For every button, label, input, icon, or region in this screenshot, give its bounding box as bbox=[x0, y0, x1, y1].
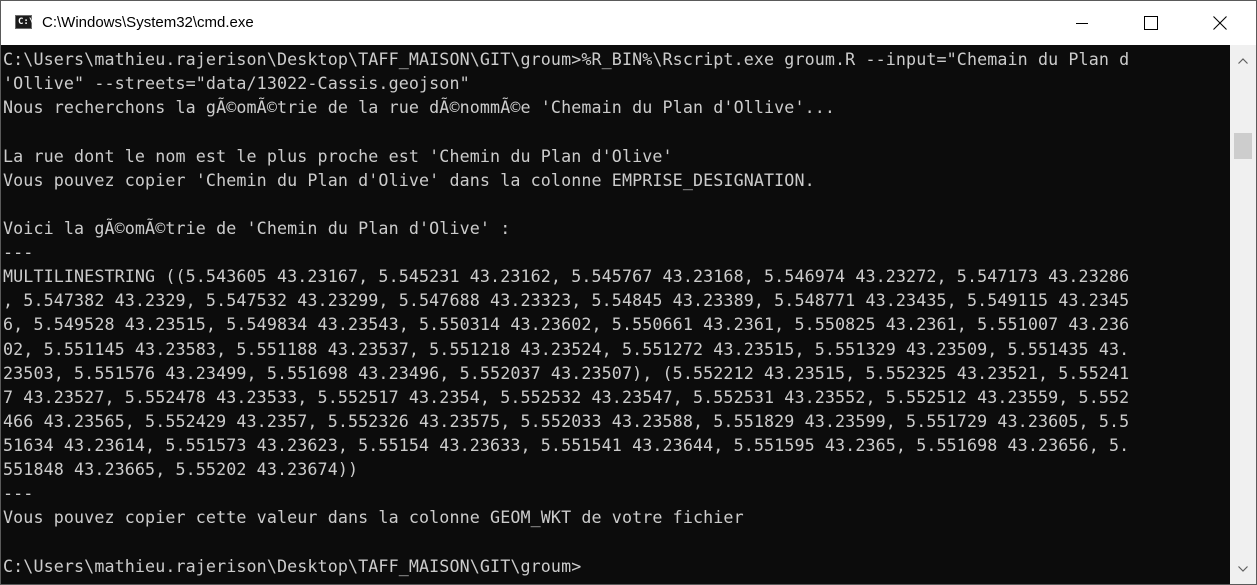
scroll-down-button[interactable] bbox=[1230, 557, 1256, 581]
scroll-up-arrow-icon bbox=[1238, 58, 1248, 64]
maximize-button[interactable] bbox=[1128, 1, 1174, 45]
console-line: 23503, 5.551576 43.23499, 5.551698 43.23… bbox=[3, 362, 1130, 383]
minimize-icon bbox=[1076, 23, 1088, 24]
console-line: --- bbox=[3, 242, 34, 262]
console-line: 551848 43.23665, 5.55202 43.23674)) bbox=[3, 459, 359, 480]
title-bar[interactable]: C:\ C:\Windows\System32\cmd.exe bbox=[1, 1, 1256, 45]
console-output[interactable]: C:\Users\mathieu.rajerison\Desktop\TAFF_… bbox=[1, 45, 1230, 584]
console-line: 6, 5.549528 43.23515, 5.549834 43.23543,… bbox=[3, 314, 1130, 335]
scroll-up-button[interactable] bbox=[1230, 49, 1256, 73]
cmd-icon: C:\ bbox=[15, 15, 35, 29]
console-line: C:\Users\mathieu.rajerison\Desktop\TAFF_… bbox=[3, 49, 1130, 69]
scroll-down-arrow-icon bbox=[1238, 566, 1248, 572]
maximize-icon bbox=[1144, 16, 1158, 30]
console-line: 7 43.23527, 5.552478 43.23533, 5.552517 … bbox=[3, 386, 1130, 407]
console-line: MULTILINESTRING ((5.543605 43.23167, 5.5… bbox=[3, 266, 1130, 287]
console-line: --- bbox=[3, 483, 34, 504]
window-title: C:\Windows\System32\cmd.exe bbox=[42, 14, 254, 31]
vertical-scrollbar[interactable] bbox=[1230, 45, 1256, 584]
console-line: Vous pouvez copier 'Chemin du Plan d'Oli… bbox=[3, 169, 815, 190]
close-button[interactable] bbox=[1197, 1, 1243, 45]
console-line: 466 43.23565, 5.552429 43.2357, 5.552326… bbox=[3, 410, 1130, 431]
console-line: , 5.547382 43.2329, 5.547532 43.23299, 5… bbox=[3, 290, 1130, 311]
console-line: 'Ollive" --streets="data/13022-Cassis.ge… bbox=[3, 73, 470, 94]
console-line: La rue dont le nom est le plus proche es… bbox=[3, 145, 673, 166]
minimize-button[interactable] bbox=[1059, 1, 1105, 45]
console-line: Nous recherchons la gÃ©omÃ©trie de la ru… bbox=[3, 97, 836, 118]
cmd-icon-glyph: C:\ bbox=[18, 17, 35, 27]
console-line: Vous pouvez copier cette valeur dans la … bbox=[3, 507, 744, 528]
scroll-thumb[interactable] bbox=[1234, 133, 1252, 159]
console-line: Voici la gÃ©omÃ©trie de 'Chemin du Plan … bbox=[3, 217, 511, 238]
console-line: 02, 5.551145 43.23583, 5.551188 43.23537… bbox=[3, 338, 1130, 359]
console-lines: C:\Users\mathieu.rajerison\Desktop\TAFF_… bbox=[3, 47, 1129, 578]
console-prompt-line[interactable]: C:\Users\mathieu.rajerison\Desktop\TAFF_… bbox=[3, 554, 1129, 578]
cmd-window: C:\ C:\Windows\System32\cmd.exe C:\Users… bbox=[0, 0, 1257, 585]
console-line: 51634 43.23614, 5.551573 43.23623, 5.551… bbox=[3, 435, 1130, 455]
close-icon bbox=[1213, 16, 1227, 30]
